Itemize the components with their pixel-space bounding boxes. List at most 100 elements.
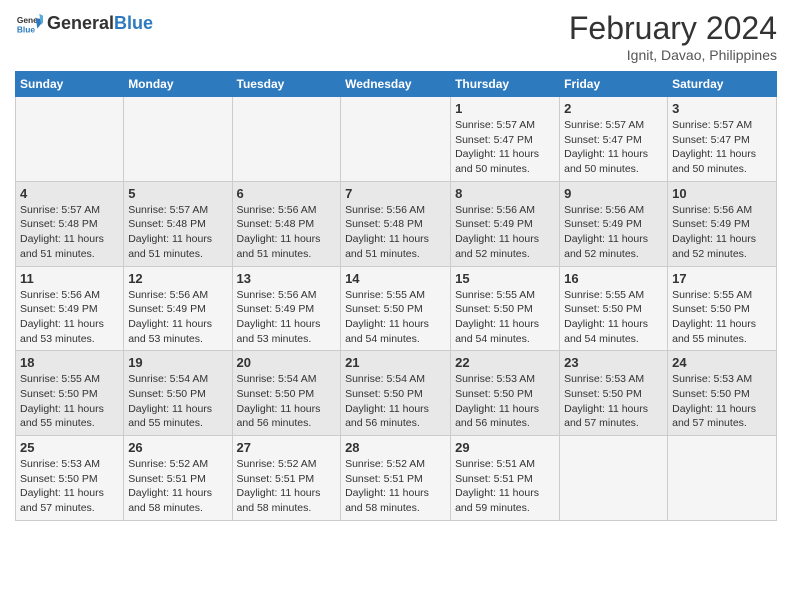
column-header-monday: Monday [124,72,232,97]
day-cell: 18 Sunrise: 5:55 AM Sunset: 5:50 PM Dayli… [16,351,124,436]
day-info: Sunrise: 5:56 AM Sunset: 5:49 PM Dayligh… [564,203,663,262]
day-cell: 20 Sunrise: 5:54 AM Sunset: 5:50 PM Dayli… [232,351,341,436]
day-number: 15 [455,271,555,286]
day-number: 6 [237,186,337,201]
day-number: 20 [237,355,337,370]
day-cell [341,97,451,182]
day-info: Sunrise: 5:54 AM Sunset: 5:50 PM Dayligh… [237,372,337,431]
page-header: General Blue GeneralBlue February 2024 I… [15,10,777,63]
day-info: Sunrise: 5:56 AM Sunset: 5:48 PM Dayligh… [237,203,337,262]
calendar-header-row: SundayMondayTuesdayWednesdayThursdayFrid… [16,72,777,97]
week-row-4: 18 Sunrise: 5:55 AM Sunset: 5:50 PM Dayli… [16,351,777,436]
day-cell: 21 Sunrise: 5:54 AM Sunset: 5:50 PM Dayli… [341,351,451,436]
day-info: Sunrise: 5:51 AM Sunset: 5:51 PM Dayligh… [455,457,555,516]
day-info: Sunrise: 5:57 AM Sunset: 5:47 PM Dayligh… [455,118,555,177]
day-cell: 3Sunrise: 5:57 AM Sunset: 5:47 PM Daylig… [668,97,777,182]
day-cell: 10 Sunrise: 5:56 AM Sunset: 5:49 PM Dayli… [668,181,777,266]
day-cell: 22 Sunrise: 5:53 AM Sunset: 5:50 PM Dayli… [451,351,560,436]
day-info: Sunrise: 5:57 AM Sunset: 5:48 PM Dayligh… [128,203,227,262]
day-cell: 5 Sunrise: 5:57 AM Sunset: 5:48 PM Daylig… [124,181,232,266]
day-cell: 2 Sunrise: 5:57 AM Sunset: 5:47 PM Daylig… [560,97,668,182]
day-number: 1 [455,101,555,116]
week-row-1: 1 Sunrise: 5:57 AM Sunset: 5:47 PM Daylig… [16,97,777,182]
day-number: 7 [345,186,446,201]
day-number: 22 [455,355,555,370]
day-number: 26 [128,440,227,455]
day-cell: 23 Sunrise: 5:53 AM Sunset: 5:50 PM Dayli… [560,351,668,436]
day-cell: 27Sunrise: 5:52 AM Sunset: 5:51 PM Dayli… [232,436,341,521]
day-info: Sunrise: 5:55 AM Sunset: 5:50 PM Dayligh… [345,288,446,347]
column-header-tuesday: Tuesday [232,72,341,97]
day-cell: 12 Sunrise: 5:56 AM Sunset: 5:49 PM Dayli… [124,266,232,351]
column-header-sunday: Sunday [16,72,124,97]
day-info: Sunrise: 5:56 AM Sunset: 5:48 PM Dayligh… [345,203,446,262]
day-info: Sunrise: 5:52 AM Sunset: 5:51 PM Dayligh… [128,457,227,516]
day-cell: 25 Sunrise: 5:53 AM Sunset: 5:50 PM Dayli… [16,436,124,521]
logo: General Blue GeneralBlue [15,10,153,38]
day-info: Sunrise: 5:56 AM Sunset: 5:49 PM Dayligh… [672,203,772,262]
day-number: 5 [128,186,227,201]
day-info: Sunrise: 5:55 AM Sunset: 5:50 PM Dayligh… [564,288,663,347]
day-cell: 29 Sunrise: 5:51 AM Sunset: 5:51 PM Dayli… [451,436,560,521]
day-cell: 1 Sunrise: 5:57 AM Sunset: 5:47 PM Daylig… [451,97,560,182]
column-header-saturday: Saturday [668,72,777,97]
day-cell: 16 Sunrise: 5:55 AM Sunset: 5:50 PM Dayli… [560,266,668,351]
day-info: Sunrise: 5:53 AM Sunset: 5:50 PM Dayligh… [564,372,663,431]
day-number: 16 [564,271,663,286]
day-info: Sunrise: 5:52 AM Sunset: 5:51 PM Dayligh… [345,457,446,516]
day-cell: 26 Sunrise: 5:52 AM Sunset: 5:51 PM Dayli… [124,436,232,521]
day-cell: 15 Sunrise: 5:55 AM Sunset: 5:50 PM Dayli… [451,266,560,351]
location: Ignit, Davao, Philippines [569,47,777,63]
svg-text:Blue: Blue [17,24,35,34]
day-info: Sunrise: 5:55 AM Sunset: 5:50 PM Dayligh… [455,288,555,347]
day-info: Sunrise: 5:57 AM Sunset: 5:47 PM Dayligh… [672,118,772,177]
day-cell [232,97,341,182]
week-row-2: 4Sunrise: 5:57 AM Sunset: 5:48 PM Daylig… [16,181,777,266]
day-number: 19 [128,355,227,370]
logo-icon: General Blue [15,10,43,38]
day-info: Sunrise: 5:57 AM Sunset: 5:48 PM Dayligh… [20,203,119,262]
day-info: Sunrise: 5:53 AM Sunset: 5:50 PM Dayligh… [455,372,555,431]
day-cell: 9 Sunrise: 5:56 AM Sunset: 5:49 PM Daylig… [560,181,668,266]
day-number: 21 [345,355,446,370]
day-cell: 28 Sunrise: 5:52 AM Sunset: 5:51 PM Dayli… [341,436,451,521]
day-number: 23 [564,355,663,370]
logo-text: GeneralBlue [47,14,153,34]
column-header-wednesday: Wednesday [341,72,451,97]
day-cell [560,436,668,521]
day-info: Sunrise: 5:57 AM Sunset: 5:47 PM Dayligh… [564,118,663,177]
day-info: Sunrise: 5:56 AM Sunset: 5:49 PM Dayligh… [128,288,227,347]
day-number: 2 [564,101,663,116]
logo-general: General [47,13,114,33]
day-number: 18 [20,355,119,370]
calendar-table: SundayMondayTuesdayWednesdayThursdayFrid… [15,71,777,521]
day-info: Sunrise: 5:53 AM Sunset: 5:50 PM Dayligh… [20,457,119,516]
column-header-thursday: Thursday [451,72,560,97]
day-cell [668,436,777,521]
day-info: Sunrise: 5:55 AM Sunset: 5:50 PM Dayligh… [20,372,119,431]
day-number: 29 [455,440,555,455]
day-cell: 19Sunrise: 5:54 AM Sunset: 5:50 PM Dayli… [124,351,232,436]
day-cell: 14Sunrise: 5:55 AM Sunset: 5:50 PM Dayli… [341,266,451,351]
week-row-3: 11Sunrise: 5:56 AM Sunset: 5:49 PM Dayli… [16,266,777,351]
day-cell: 24Sunrise: 5:53 AM Sunset: 5:50 PM Dayli… [668,351,777,436]
day-cell: 13Sunrise: 5:56 AM Sunset: 5:49 PM Dayli… [232,266,341,351]
day-info: Sunrise: 5:54 AM Sunset: 5:50 PM Dayligh… [345,372,446,431]
month-title: February 2024 [569,10,777,47]
day-number: 10 [672,186,772,201]
day-cell: 17Sunrise: 5:55 AM Sunset: 5:50 PM Dayli… [668,266,777,351]
day-info: Sunrise: 5:56 AM Sunset: 5:49 PM Dayligh… [20,288,119,347]
title-block: February 2024 Ignit, Davao, Philippines [569,10,777,63]
day-number: 12 [128,271,227,286]
column-header-friday: Friday [560,72,668,97]
day-number: 28 [345,440,446,455]
day-number: 9 [564,186,663,201]
day-cell: 4Sunrise: 5:57 AM Sunset: 5:48 PM Daylig… [16,181,124,266]
logo-blue: Blue [114,13,153,33]
day-number: 24 [672,355,772,370]
day-cell: 8Sunrise: 5:56 AM Sunset: 5:49 PM Daylig… [451,181,560,266]
day-number: 25 [20,440,119,455]
day-cell: 11Sunrise: 5:56 AM Sunset: 5:49 PM Dayli… [16,266,124,351]
day-info: Sunrise: 5:55 AM Sunset: 5:50 PM Dayligh… [672,288,772,347]
day-info: Sunrise: 5:56 AM Sunset: 5:49 PM Dayligh… [455,203,555,262]
